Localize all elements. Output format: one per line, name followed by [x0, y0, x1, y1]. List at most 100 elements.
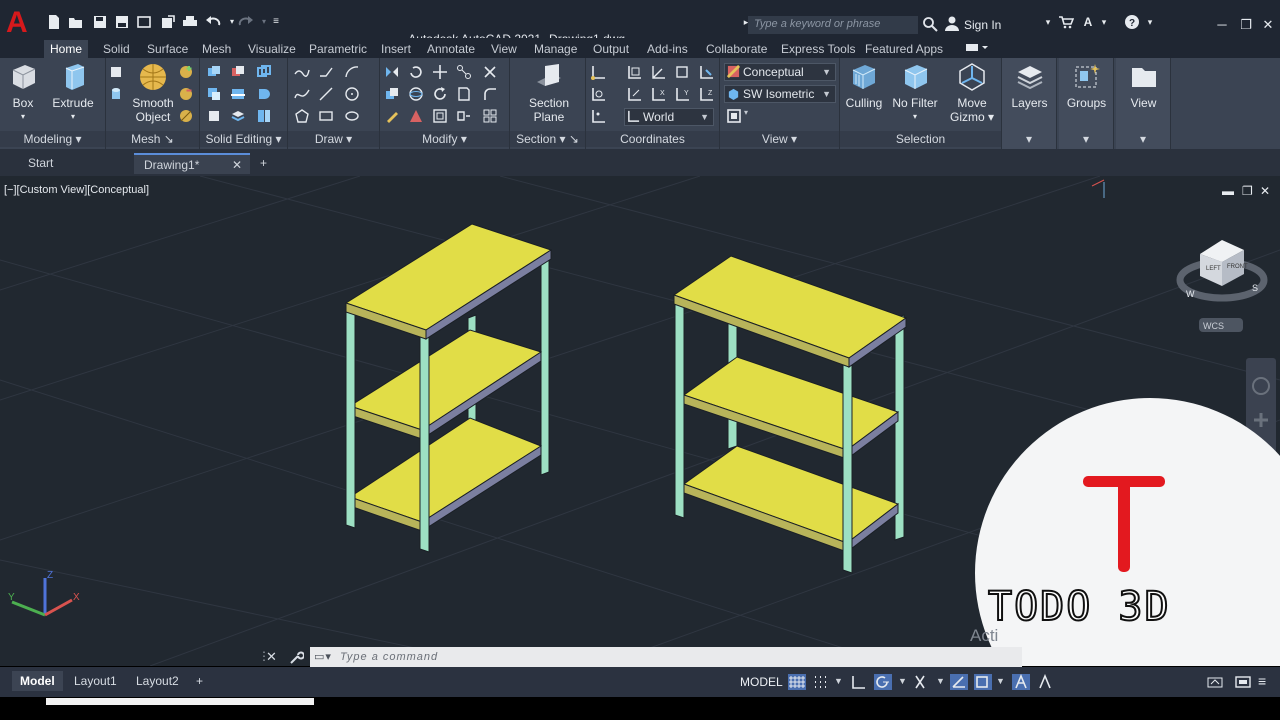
isodraft-icon[interactable] [912, 674, 930, 690]
panel-layers[interactable]: Layers ▾ [1002, 58, 1057, 149]
groups-dropdown-icon[interactable]: ▾ [1059, 131, 1113, 147]
rotate-arrow-icon[interactable] [432, 86, 448, 102]
separate-icon[interactable] [256, 108, 272, 124]
ribbon-display-toggle-icon[interactable] [958, 40, 994, 58]
cart-icon[interactable] [1058, 14, 1075, 30]
tab-express-tools[interactable]: Express Tools [775, 40, 861, 58]
panel-coordinates-title[interactable]: Coordinates [586, 131, 719, 147]
panel-modeling-title[interactable]: Modeling ▾ [0, 131, 105, 147]
copy-icon[interactable] [384, 86, 400, 102]
plot-icon[interactable] [182, 14, 198, 30]
fillet-icon[interactable] [482, 86, 498, 102]
layers-dropdown-icon[interactable]: ▾ [1002, 131, 1056, 147]
polyline-icon[interactable] [294, 64, 310, 80]
help-icon[interactable]: ? [1124, 14, 1140, 30]
panel-selection-title[interactable]: Selection [840, 131, 1001, 147]
shell-icon[interactable] [408, 108, 424, 124]
shelf-unit-left[interactable] [344, 223, 553, 553]
shelf-unit-right[interactable] [672, 255, 908, 574]
polar-tracking-icon[interactable] [874, 674, 892, 690]
ucs-origin-icon[interactable] [590, 86, 606, 102]
sign-in-link[interactable]: Sign In [964, 18, 1001, 32]
tab-model[interactable]: Model [12, 671, 63, 691]
ucs-z-icon[interactable]: Z [698, 86, 714, 102]
clean-screen-icon[interactable] [1234, 674, 1252, 690]
view-collapsed-dropdown-icon[interactable]: ▾ [1116, 131, 1170, 147]
tab-home[interactable]: Home [44, 40, 89, 58]
array-icon[interactable] [482, 108, 498, 124]
text-align-icon[interactable] [456, 86, 472, 102]
viewcube[interactable]: LEFT FRONT W S WCS [1176, 240, 1268, 332]
tab-output[interactable]: Output [587, 40, 635, 58]
object-snap-icon[interactable] [974, 674, 992, 690]
web-mobile-icon[interactable] [136, 14, 152, 30]
line-tool-icon[interactable] [318, 64, 334, 80]
command-history-icon[interactable]: ▭▾ [314, 647, 332, 667]
ucs-view-icon[interactable] [626, 86, 642, 102]
mesh-cylinder-icon[interactable] [108, 86, 124, 102]
smooth-object-button[interactable]: Smooth Object [132, 62, 174, 124]
object-snap-tracking-icon[interactable] [950, 674, 968, 690]
trim-icon[interactable] [482, 64, 498, 80]
tab-visualize[interactable]: Visualize [242, 40, 302, 58]
command-input[interactable]: ▭▾ Type a command [310, 647, 1022, 667]
ucs-world-icon[interactable] [626, 64, 642, 80]
customize-qat-icon[interactable]: ≡ [268, 14, 284, 30]
viewport-close-icon[interactable]: ✕ [1260, 184, 1270, 198]
visual-style-combo[interactable]: Conceptual ▼ [724, 63, 836, 81]
restore-icon[interactable]: ❐ [1236, 16, 1256, 34]
new-file-icon[interactable] [46, 14, 62, 30]
annotation-visibility-icon[interactable] [1012, 674, 1030, 690]
offset-icon[interactable] [432, 108, 448, 124]
app-dropdown-icon[interactable]: ▾ [1096, 14, 1112, 30]
open-file-icon[interactable] [68, 14, 84, 30]
rotate-icon[interactable] [408, 64, 424, 80]
box-button[interactable]: Box ▾ [4, 62, 42, 124]
tab-annotate[interactable]: Annotate [421, 40, 481, 58]
viewport-minimize-icon[interactable]: ▬ [1222, 184, 1234, 198]
rectangle-icon[interactable] [318, 108, 334, 124]
drawing-viewport[interactable]: Z Y X LEFT FRONT W S WCS [−][Custom View… [0, 176, 1280, 666]
tab-layout2[interactable]: Layout2 [128, 671, 187, 691]
tab-add-ins[interactable]: Add-ins [641, 40, 694, 58]
intersect-icon[interactable] [256, 64, 272, 80]
mesh-box-icon[interactable] [108, 64, 124, 80]
panel-groups[interactable]: Groups ▾ [1059, 58, 1114, 149]
snap-mode-icon[interactable] [812, 674, 830, 690]
snap-dropdown-icon[interactable]: ▼ [834, 676, 843, 686]
erase-icon[interactable] [384, 108, 400, 124]
ucs-y-icon[interactable]: Y [674, 86, 690, 102]
tab-surface[interactable]: Surface [141, 40, 194, 58]
extrude-button[interactable]: Extrude ▾ [50, 62, 96, 124]
ucs-combo[interactable]: World ▼ [624, 108, 714, 126]
ucs-object-icon[interactable] [698, 64, 714, 80]
culling-button[interactable]: Culling [842, 62, 886, 110]
isodraft-dropdown-icon[interactable]: ▼ [936, 676, 945, 686]
thicken-icon[interactable] [256, 86, 272, 102]
polygon-icon[interactable] [294, 108, 310, 124]
sign-in-dropdown-icon[interactable]: ▾ [1040, 14, 1056, 30]
undo-icon[interactable] [205, 14, 221, 30]
layers-button[interactable]: Layers [1006, 62, 1053, 110]
imprint-icon[interactable] [230, 108, 246, 124]
scale-icon[interactable] [456, 64, 472, 80]
move-icon[interactable] [432, 64, 448, 80]
3d-rotate-icon[interactable] [408, 86, 424, 102]
tab-view[interactable]: View [485, 40, 523, 58]
tab-featured-apps[interactable]: Featured Apps [859, 40, 949, 58]
command-close-icon[interactable]: ✕ [266, 649, 277, 665]
mirror-icon[interactable] [384, 64, 400, 80]
share-icon[interactable] [160, 14, 176, 30]
new-tab-button[interactable]: + [252, 153, 276, 174]
viewport-restore-icon[interactable]: ❐ [1242, 184, 1253, 198]
panel-section-title[interactable]: Section ▾ ↘ [510, 131, 585, 147]
model-space-button[interactable]: MODEL [740, 675, 783, 689]
ortho-mode-icon[interactable] [850, 674, 868, 690]
customize-wrench-icon[interactable] [288, 649, 304, 665]
move-gizmo-button[interactable]: Move Gizmo ▾ [948, 62, 996, 124]
ucs-face-icon[interactable] [674, 64, 690, 80]
ellipse-icon[interactable] [344, 108, 360, 124]
panel-view-title[interactable]: View ▾ [720, 131, 839, 147]
section-plane-button[interactable]: Section Plane [524, 62, 574, 124]
no-filter-button[interactable]: No Filter ▾ [890, 62, 940, 124]
